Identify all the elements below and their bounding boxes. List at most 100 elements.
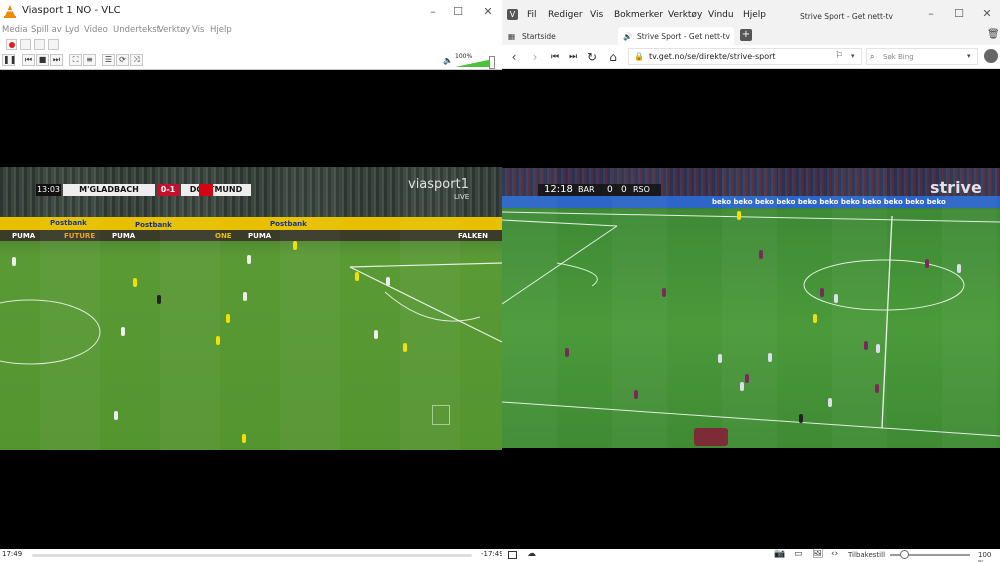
search-engine-dropdown-icon[interactable]: ▾ [967, 52, 971, 60]
vlc-titlebar[interactable]: Viasport 1 NO - VLC – ☐ ✕ [0, 0, 502, 25]
player [374, 330, 378, 339]
seek-bar[interactable] [32, 554, 472, 557]
speed-dial-icon: ▦ [508, 32, 516, 41]
player [876, 344, 880, 353]
page-actions-icon[interactable]: ‹› [831, 549, 838, 559]
panel-toggle-icon[interactable] [508, 551, 517, 559]
tab-startside[interactable]: ▦ Startside [504, 27, 616, 45]
menu-fil[interactable]: Fil [527, 10, 537, 20]
menu-undertekst[interactable]: Undertekst [113, 25, 160, 35]
vlc-advanced-toolbar [0, 38, 502, 52]
next-button[interactable]: ⏭ [50, 54, 63, 66]
minimize-button[interactable]: – [422, 3, 444, 20]
url-dropdown-icon[interactable]: ▾ [851, 52, 855, 60]
browser-titlebar[interactable]: V Fil Rediger Vis Bokmerker Verktøy Vind… [502, 0, 1000, 29]
channel-live-text: LIVE [454, 193, 470, 201]
menu-spill-av[interactable]: Spill av [31, 25, 62, 35]
url-field[interactable]: 🔒 tv.get.no/se/direkte/strive-sport ⚐ ▾ [628, 48, 862, 65]
player [718, 354, 722, 363]
home-icon[interactable]: ⌂ [606, 50, 620, 64]
menu-video[interactable]: Video [84, 25, 108, 35]
vlc-cone-icon [4, 5, 16, 18]
stop-button[interactable]: ■ [36, 54, 49, 66]
vlc-video-frame[interactable]: Postbank Postbank Postbank PUMA FUTURE P… [0, 167, 502, 450]
menu-vis[interactable]: Vis [590, 10, 603, 20]
fast-forward-icon[interactable]: ⏭ [566, 50, 580, 64]
menu-hjelp[interactable]: Hjelp [743, 10, 766, 20]
reset-zoom-button[interactable]: Tilbakestill [848, 551, 885, 559]
playlist-button[interactable]: ☰ [102, 54, 115, 66]
maximize-button[interactable]: ☐ [447, 3, 469, 20]
previous-button[interactable]: ⏮ [22, 54, 35, 66]
match-clock: 12:18 [544, 184, 573, 195]
extended-settings-button[interactable]: ≡ [83, 54, 96, 66]
zoom-level: 100 % [978, 551, 992, 562]
record-button[interactable] [6, 39, 17, 50]
maximize-button[interactable]: ☐ [948, 5, 970, 22]
away-team: RSO [633, 185, 650, 194]
player [828, 398, 832, 407]
volume-handle[interactable] [489, 56, 495, 69]
new-tab-button[interactable]: + [740, 29, 752, 41]
shuffle-button[interactable]: ⤨ [130, 54, 143, 66]
back-icon[interactable]: ‹ [507, 50, 521, 64]
menu-rediger[interactable]: Rediger [548, 10, 583, 20]
home-team: M'GLADBACH [63, 184, 155, 196]
menu-vindu[interactable]: Vindu [708, 10, 734, 20]
close-button[interactable]: ✕ [477, 3, 499, 20]
tab-bar: ▦ Startside 🔊 Strive Sport - Get nett-tv… [502, 26, 1000, 45]
audio-playing-icon[interactable]: 🔊 [623, 32, 632, 41]
loop-ab-button[interactable] [34, 39, 45, 50]
zoom-slider-handle[interactable] [900, 550, 909, 559]
menu-bokmerker[interactable]: Bokmerker [614, 10, 663, 20]
away-team: DORTMUND [181, 184, 251, 196]
vlc-statusbar: 17:49 -17:49 [0, 549, 502, 562]
frame-step-button[interactable] [48, 39, 59, 50]
trash-icon[interactable]: 🗑 [987, 29, 1000, 40]
menu-vis[interactable]: Vis [192, 25, 204, 35]
web-video-frame[interactable]: beko beko beko beko beko beko beko beko … [502, 168, 1000, 448]
loop-button[interactable]: ⟳ [116, 54, 129, 66]
search-placeholder: Søk Bing [883, 53, 914, 61]
bookmark-icon[interactable]: ⚐ [835, 51, 843, 61]
player [386, 277, 390, 286]
vlc-window-title: Viasport 1 NO - VLC [22, 5, 121, 16]
player [216, 336, 220, 345]
match-clock: 13:03 [36, 184, 61, 196]
forward-icon[interactable]: › [528, 50, 542, 64]
player [242, 434, 246, 443]
search-input[interactable]: ⌕ Søk Bing ▾ [866, 48, 978, 65]
away-score: 0 [621, 185, 627, 195]
vlc-window: Viasport 1 NO - VLC – ☐ ✕ Media Spill av… [0, 0, 502, 562]
tab-strive-sport[interactable]: 🔊 Strive Sport - Get nett-tv [618, 27, 734, 45]
menu-hjelp[interactable]: Hjelp [210, 25, 232, 35]
capture-icon[interactable]: 📷 [774, 549, 785, 559]
bundesliga-watermark [432, 405, 450, 425]
tiling-icon[interactable]: ▭ [794, 549, 803, 559]
menu-verktoy[interactable]: Verktøy [668, 10, 702, 20]
minimize-button[interactable]: – [920, 5, 942, 22]
player [355, 272, 359, 281]
vlc-controls: ❚❚ ⏮ ■ ⏭ ⛶ ≡ ☰ ⟳ ⤨ 🔈 100% [0, 52, 502, 70]
pause-button[interactable]: ❚❚ [2, 54, 16, 66]
player [226, 314, 230, 323]
player [737, 211, 741, 220]
menu-verktoy[interactable]: Verktøy [158, 25, 190, 35]
reload-icon[interactable]: ↻ [585, 50, 599, 64]
speaker-icon[interactable]: 🔈 [443, 56, 453, 65]
close-button[interactable]: ✕ [976, 5, 998, 22]
menu-lyd[interactable]: Lyd [65, 25, 79, 35]
cloud-sync-icon[interactable]: ☁ [527, 549, 536, 559]
volume-slider[interactable] [455, 59, 493, 67]
menu-media[interactable]: Media [2, 25, 28, 35]
images-icon[interactable]: 🖼 [812, 549, 823, 559]
rewind-icon[interactable]: ⏮ [548, 50, 562, 64]
match-score: 0-1 [157, 184, 179, 196]
profile-icon[interactable] [984, 49, 998, 63]
vlc-menubar: Media Spill av Lyd Video Undertekst Verk… [0, 24, 502, 38]
snapshot-button[interactable] [20, 39, 31, 50]
channel-logo-text: strive [930, 178, 982, 197]
fullscreen-button[interactable]: ⛶ [69, 54, 82, 66]
player [820, 288, 824, 297]
vivaldi-logo-icon[interactable]: V [507, 9, 518, 20]
